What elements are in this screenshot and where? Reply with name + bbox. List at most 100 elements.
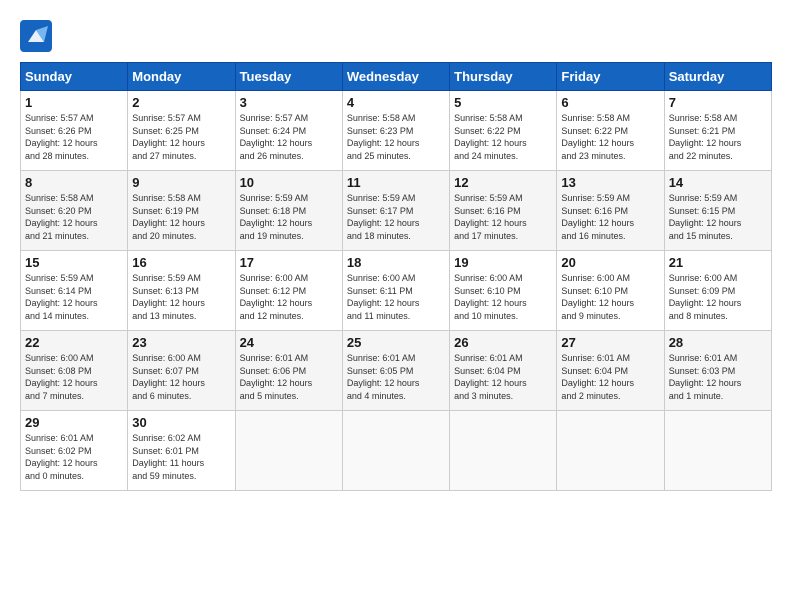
day-info: Sunrise: 6:00 AM Sunset: 6:07 PM Dayligh… — [132, 352, 230, 402]
day-number: 6 — [561, 95, 659, 110]
day-info: Sunrise: 5:58 AM Sunset: 6:19 PM Dayligh… — [132, 192, 230, 242]
week-row-2: 8Sunrise: 5:58 AM Sunset: 6:20 PM Daylig… — [21, 171, 772, 251]
day-info: Sunrise: 5:59 AM Sunset: 6:15 PM Dayligh… — [669, 192, 767, 242]
day-number: 16 — [132, 255, 230, 270]
day-number: 19 — [454, 255, 552, 270]
day-info: Sunrise: 5:59 AM Sunset: 6:16 PM Dayligh… — [561, 192, 659, 242]
day-number: 1 — [25, 95, 123, 110]
calendar-cell: 7 Sunrise: 5:58 AM Sunset: 6:21 PM Daylig… — [664, 91, 771, 171]
calendar-body: 1Sunrise: 5:57 AM Sunset: 6:26 PM Daylig… — [21, 91, 772, 491]
day-info: Sunrise: 6:00 AM Sunset: 6:08 PM Dayligh… — [25, 352, 123, 402]
calendar-table: SundayMondayTuesdayWednesdayThursdayFrid… — [20, 62, 772, 491]
day-info: Sunrise: 6:00 AM Sunset: 6:10 PM Dayligh… — [561, 272, 659, 322]
day-number: 18 — [347, 255, 445, 270]
day-number: 30 — [132, 415, 230, 430]
day-number: 3 — [240, 95, 338, 110]
calendar-cell: 1Sunrise: 5:57 AM Sunset: 6:26 PM Daylig… — [21, 91, 128, 171]
weekday-header-monday: Monday — [128, 63, 235, 91]
logo-icon — [20, 20, 52, 52]
calendar-cell: 2 Sunrise: 5:57 AM Sunset: 6:25 PM Daylig… — [128, 91, 235, 171]
day-info: Sunrise: 5:57 AM Sunset: 6:25 PM Dayligh… — [132, 112, 230, 162]
day-number: 17 — [240, 255, 338, 270]
calendar-cell: 29Sunrise: 6:01 AM Sunset: 6:02 PM Dayli… — [21, 411, 128, 491]
day-info: Sunrise: 5:58 AM Sunset: 6:22 PM Dayligh… — [454, 112, 552, 162]
weekday-row: SundayMondayTuesdayWednesdayThursdayFrid… — [21, 63, 772, 91]
day-number: 23 — [132, 335, 230, 350]
calendar-cell — [342, 411, 449, 491]
day-number: 12 — [454, 175, 552, 190]
week-row-5: 29Sunrise: 6:01 AM Sunset: 6:02 PM Dayli… — [21, 411, 772, 491]
weekday-header-friday: Friday — [557, 63, 664, 91]
calendar-header: SundayMondayTuesdayWednesdayThursdayFrid… — [21, 63, 772, 91]
day-number: 7 — [669, 95, 767, 110]
calendar-cell — [450, 411, 557, 491]
day-info: Sunrise: 6:02 AM Sunset: 6:01 PM Dayligh… — [132, 432, 230, 482]
page-header — [20, 20, 772, 52]
day-number: 9 — [132, 175, 230, 190]
week-row-1: 1Sunrise: 5:57 AM Sunset: 6:26 PM Daylig… — [21, 91, 772, 171]
calendar-cell: 17 Sunrise: 6:00 AM Sunset: 6:12 PM Dayli… — [235, 251, 342, 331]
calendar-cell: 28Sunrise: 6:01 AM Sunset: 6:03 PM Dayli… — [664, 331, 771, 411]
day-info: Sunrise: 6:01 AM Sunset: 6:04 PM Dayligh… — [561, 352, 659, 402]
day-info: Sunrise: 5:58 AM Sunset: 6:23 PM Dayligh… — [347, 112, 445, 162]
week-row-3: 15 Sunrise: 5:59 AM Sunset: 6:14 PM Dayli… — [21, 251, 772, 331]
day-number: 24 — [240, 335, 338, 350]
day-number: 15 — [25, 255, 123, 270]
calendar-cell: 30 Sunrise: 6:02 AM Sunset: 6:01 PM Dayli… — [128, 411, 235, 491]
calendar-cell: 9 Sunrise: 5:58 AM Sunset: 6:19 PM Daylig… — [128, 171, 235, 251]
calendar-cell: 22 Sunrise: 6:00 AM Sunset: 6:08 PM Dayli… — [21, 331, 128, 411]
day-number: 26 — [454, 335, 552, 350]
day-number: 10 — [240, 175, 338, 190]
day-number: 11 — [347, 175, 445, 190]
calendar-cell: 25 Sunrise: 6:01 AM Sunset: 6:05 PM Dayli… — [342, 331, 449, 411]
day-number: 4 — [347, 95, 445, 110]
day-info: Sunrise: 5:59 AM Sunset: 6:14 PM Dayligh… — [25, 272, 123, 322]
day-info: Sunrise: 6:01 AM Sunset: 6:05 PM Dayligh… — [347, 352, 445, 402]
day-info: Sunrise: 5:59 AM Sunset: 6:18 PM Dayligh… — [240, 192, 338, 242]
day-info: Sunrise: 6:00 AM Sunset: 6:11 PM Dayligh… — [347, 272, 445, 322]
weekday-header-wednesday: Wednesday — [342, 63, 449, 91]
calendar-cell: 20 Sunrise: 6:00 AM Sunset: 6:10 PM Dayli… — [557, 251, 664, 331]
day-info: Sunrise: 5:58 AM Sunset: 6:22 PM Dayligh… — [561, 112, 659, 162]
day-number: 20 — [561, 255, 659, 270]
day-number: 25 — [347, 335, 445, 350]
day-number: 13 — [561, 175, 659, 190]
calendar-cell: 6 Sunrise: 5:58 AM Sunset: 6:22 PM Daylig… — [557, 91, 664, 171]
day-info: Sunrise: 6:00 AM Sunset: 6:12 PM Dayligh… — [240, 272, 338, 322]
calendar-cell — [664, 411, 771, 491]
calendar-cell: 18 Sunrise: 6:00 AM Sunset: 6:11 PM Dayli… — [342, 251, 449, 331]
calendar-cell: 27 Sunrise: 6:01 AM Sunset: 6:04 PM Dayli… — [557, 331, 664, 411]
day-info: Sunrise: 6:00 AM Sunset: 6:09 PM Dayligh… — [669, 272, 767, 322]
day-number: 5 — [454, 95, 552, 110]
calendar-cell: 21 Sunrise: 6:00 AM Sunset: 6:09 PM Dayli… — [664, 251, 771, 331]
day-info: Sunrise: 6:01 AM Sunset: 6:03 PM Dayligh… — [669, 352, 767, 402]
week-row-4: 22 Sunrise: 6:00 AM Sunset: 6:08 PM Dayli… — [21, 331, 772, 411]
day-number: 22 — [25, 335, 123, 350]
calendar-cell: 26Sunrise: 6:01 AM Sunset: 6:04 PM Dayli… — [450, 331, 557, 411]
weekday-header-tuesday: Tuesday — [235, 63, 342, 91]
weekday-header-sunday: Sunday — [21, 63, 128, 91]
day-info: Sunrise: 5:58 AM Sunset: 6:21 PM Dayligh… — [669, 112, 767, 162]
logo — [20, 20, 58, 52]
calendar-cell: 23 Sunrise: 6:00 AM Sunset: 6:07 PM Dayli… — [128, 331, 235, 411]
day-info: Sunrise: 6:01 AM Sunset: 6:06 PM Dayligh… — [240, 352, 338, 402]
calendar-cell — [235, 411, 342, 491]
calendar-cell: 19 Sunrise: 6:00 AM Sunset: 6:10 PM Dayli… — [450, 251, 557, 331]
day-info: Sunrise: 5:59 AM Sunset: 6:16 PM Dayligh… — [454, 192, 552, 242]
calendar-cell: 5 Sunrise: 5:58 AM Sunset: 6:22 PM Daylig… — [450, 91, 557, 171]
calendar-cell: 3 Sunrise: 5:57 AM Sunset: 6:24 PM Daylig… — [235, 91, 342, 171]
calendar-cell: 16 Sunrise: 5:59 AM Sunset: 6:13 PM Dayli… — [128, 251, 235, 331]
day-info: Sunrise: 6:00 AM Sunset: 6:10 PM Dayligh… — [454, 272, 552, 322]
calendar-cell: 12 Sunrise: 5:59 AM Sunset: 6:16 PM Dayli… — [450, 171, 557, 251]
day-number: 2 — [132, 95, 230, 110]
calendar-cell: 4 Sunrise: 5:58 AM Sunset: 6:23 PM Daylig… — [342, 91, 449, 171]
day-number: 21 — [669, 255, 767, 270]
day-info: Sunrise: 6:01 AM Sunset: 6:02 PM Dayligh… — [25, 432, 123, 482]
calendar-cell: 8Sunrise: 5:58 AM Sunset: 6:20 PM Daylig… — [21, 171, 128, 251]
calendar-cell — [557, 411, 664, 491]
day-info: Sunrise: 5:59 AM Sunset: 6:17 PM Dayligh… — [347, 192, 445, 242]
day-number: 27 — [561, 335, 659, 350]
day-info: Sunrise: 5:59 AM Sunset: 6:13 PM Dayligh… — [132, 272, 230, 322]
day-number: 14 — [669, 175, 767, 190]
day-info: Sunrise: 5:57 AM Sunset: 6:24 PM Dayligh… — [240, 112, 338, 162]
